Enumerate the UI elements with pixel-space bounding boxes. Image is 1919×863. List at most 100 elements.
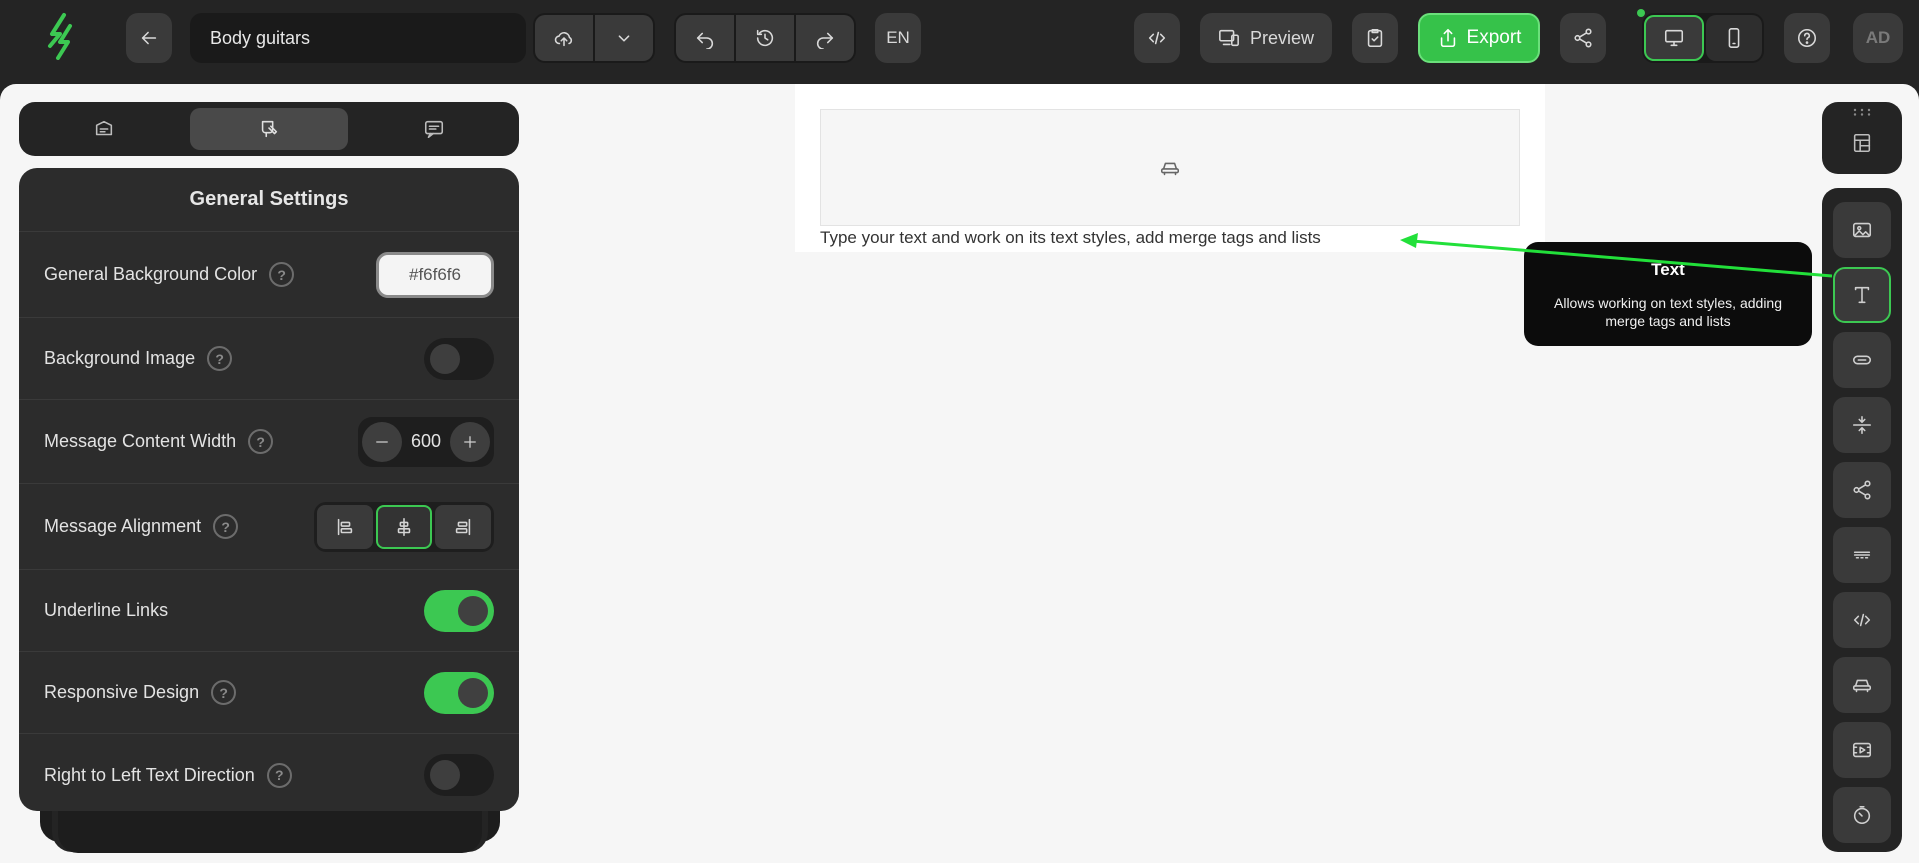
divider-icon — [1853, 551, 1871, 559]
tab-content[interactable] — [25, 108, 184, 150]
spacer-icon — [1852, 415, 1872, 435]
block-placeholder[interactable] — [820, 109, 1520, 226]
responsive-toggle[interactable] — [424, 671, 494, 714]
decrement-button[interactable] — [362, 421, 402, 462]
mobile-icon — [1728, 28, 1740, 48]
checklist-button[interactable] — [1352, 13, 1398, 63]
cloud-upload-icon — [554, 32, 573, 47]
save-cloud-button[interactable] — [535, 15, 593, 61]
drag-handle-icon — [1853, 108, 1871, 116]
text-icon — [1854, 286, 1870, 304]
timer-icon — [1853, 805, 1871, 825]
language-button[interactable]: EN — [875, 13, 921, 63]
share-button[interactable] — [1560, 13, 1606, 63]
bg-color-input[interactable]: #f6f6f6 — [376, 251, 494, 298]
increment-button[interactable] — [450, 421, 490, 462]
video-icon — [1852, 742, 1872, 758]
template-title-field[interactable]: Body guitars — [190, 13, 526, 63]
preview-button[interactable]: Preview — [1200, 13, 1332, 63]
arrow-left-icon — [141, 31, 157, 45]
setting-content-width: Message Content Width? 600 — [19, 400, 519, 484]
tab-design[interactable] — [189, 108, 349, 150]
share-icon — [1574, 28, 1592, 48]
setting-label: Responsive Design — [44, 682, 200, 702]
save-options-button[interactable] — [595, 15, 653, 61]
help-icon[interactable]: ? — [211, 680, 237, 705]
social-block-tool[interactable] — [1833, 462, 1891, 518]
redo-button[interactable] — [796, 15, 854, 61]
setting-alignment: Message Alignment? — [19, 484, 519, 570]
history-group — [674, 13, 856, 63]
setting-bg-image: Background Image? — [19, 318, 519, 400]
help-icon[interactable]: ? — [213, 514, 239, 539]
desktop-view-button[interactable] — [1644, 15, 1704, 61]
video-block-tool[interactable] — [1833, 722, 1891, 778]
setting-responsive: Responsive Design? — [19, 652, 519, 734]
avatar-initials: AD — [1865, 28, 1891, 47]
palette-brush-icon — [261, 120, 278, 138]
divider-block-tool[interactable] — [1833, 527, 1891, 583]
tooltip-description: Allows working on text styles, adding me… — [1554, 295, 1782, 329]
help-button[interactable] — [1784, 13, 1830, 63]
text-tool-tooltip: Text Allows working on text styles, addi… — [1524, 242, 1812, 346]
undo-icon — [696, 32, 714, 49]
timer-block-tool[interactable] — [1833, 787, 1891, 843]
align-center-button[interactable] — [376, 504, 432, 549]
image-icon — [1852, 222, 1872, 238]
comment-icon — [424, 120, 443, 139]
align-right-button[interactable] — [435, 504, 491, 549]
underline-links-toggle[interactable] — [424, 589, 494, 632]
template-title: Body guitars — [210, 27, 311, 48]
preview-label: Preview — [1249, 27, 1315, 48]
button-icon — [1852, 355, 1872, 365]
content-icon — [96, 120, 113, 136]
setting-label: Message Content Width — [44, 431, 237, 451]
setting-label: Right to Left Text Direction — [44, 764, 255, 785]
redo-icon — [816, 32, 834, 49]
question-icon — [1797, 28, 1817, 48]
html-block-tool[interactable] — [1833, 592, 1891, 648]
general-settings-panel: General Settings General Background Colo… — [19, 168, 519, 811]
content-blocks-toolbar — [1822, 188, 1902, 852]
spacer-block-tool[interactable] — [1833, 397, 1891, 453]
bg-image-toggle[interactable] — [424, 337, 494, 380]
layout-blocks-button[interactable] — [1822, 102, 1902, 174]
plus-icon — [464, 435, 476, 448]
align-right-icon — [455, 518, 471, 535]
text-block-tool[interactable] — [1833, 267, 1891, 323]
content-width-value[interactable]: 600 — [406, 431, 446, 452]
alignment-selector — [314, 501, 494, 552]
app-logo-icon — [48, 13, 72, 60]
help-icon[interactable]: ? — [207, 346, 233, 371]
text-block[interactable]: Type your text and work on its text styl… — [820, 228, 1321, 248]
content-width-stepper: 600 — [358, 416, 494, 467]
device-switch — [1642, 13, 1764, 63]
code-icon — [1148, 31, 1166, 45]
image-block-tool[interactable] — [1833, 202, 1891, 258]
align-left-button[interactable] — [317, 504, 373, 549]
setting-label: Background Image — [44, 348, 196, 368]
mobile-view-button[interactable] — [1706, 15, 1762, 61]
block-icon — [1160, 162, 1180, 175]
setting-label: Message Alignment — [44, 516, 202, 536]
language-label: EN — [886, 28, 910, 47]
help-icon[interactable]: ? — [266, 762, 292, 788]
status-dot — [1637, 9, 1645, 17]
module-block-tool[interactable] — [1833, 657, 1891, 713]
social-icon — [1853, 480, 1871, 500]
button-block-tool[interactable] — [1833, 332, 1891, 388]
setting-label: Underline Links — [44, 600, 169, 620]
tab-comments[interactable] — [354, 108, 513, 150]
rtl-toggle[interactable] — [424, 754, 494, 796]
user-avatar[interactable]: AD — [1853, 13, 1903, 63]
undo-button[interactable] — [676, 15, 734, 61]
help-icon[interactable]: ? — [269, 262, 295, 287]
code-view-button[interactable] — [1134, 13, 1180, 63]
minus-icon — [376, 440, 388, 443]
back-button[interactable] — [126, 13, 172, 63]
help-icon[interactable]: ? — [248, 429, 274, 454]
export-button[interactable]: Export — [1418, 13, 1540, 63]
setting-label: General Background Color — [44, 264, 258, 284]
history-button[interactable] — [736, 15, 794, 61]
save-group — [533, 13, 655, 63]
